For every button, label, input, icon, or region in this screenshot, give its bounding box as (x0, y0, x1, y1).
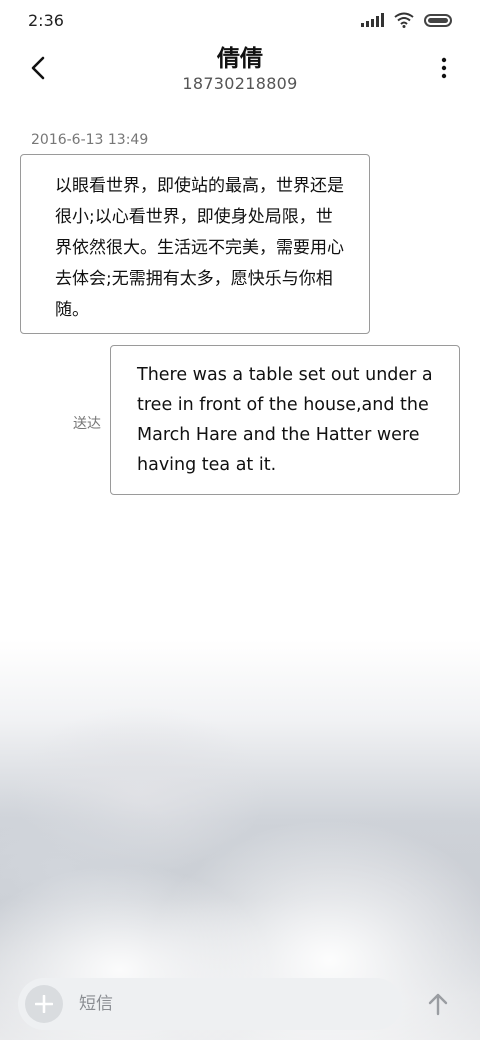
signal-icon (361, 13, 384, 27)
incoming-message-text: 以眼看世界，即使站的最高，世界还是很小;以心看世界，即使身处局限，世界依然很大。… (55, 176, 344, 320)
add-attachment-button[interactable] (25, 985, 63, 1023)
status-bar: 2:36 (0, 0, 480, 40)
contact-name: 倩倩 (217, 46, 263, 72)
more-options-button[interactable] (430, 52, 458, 84)
status-time: 2:36 (28, 10, 64, 30)
outgoing-message-text: There was a table set out under a tree i… (137, 365, 433, 475)
message-timestamp: 2016-6-13 13:49 (31, 132, 149, 148)
more-vert-icon (441, 57, 447, 79)
wifi-icon (394, 12, 414, 28)
battery-icon (424, 13, 452, 27)
status-icons (361, 12, 452, 28)
send-arrow-icon (428, 993, 448, 1016)
delivery-status: 送达 (73, 416, 101, 432)
send-button[interactable] (420, 986, 456, 1022)
conversation-header: 倩倩 18730218809 (0, 40, 480, 100)
outgoing-message-bubble[interactable]: There was a table set out under a tree i… (110, 345, 460, 495)
contact-phone: 18730218809 (182, 74, 298, 93)
plus-icon (35, 995, 53, 1013)
message-input[interactable] (77, 993, 361, 1015)
message-composer (18, 978, 402, 1030)
incoming-message-bubble[interactable]: 以眼看世界，即使站的最高，世界还是很小;以心看世界，即使身处局限，世界依然很大。… (20, 154, 370, 334)
contact-title: 倩倩 18730218809 (0, 44, 480, 94)
